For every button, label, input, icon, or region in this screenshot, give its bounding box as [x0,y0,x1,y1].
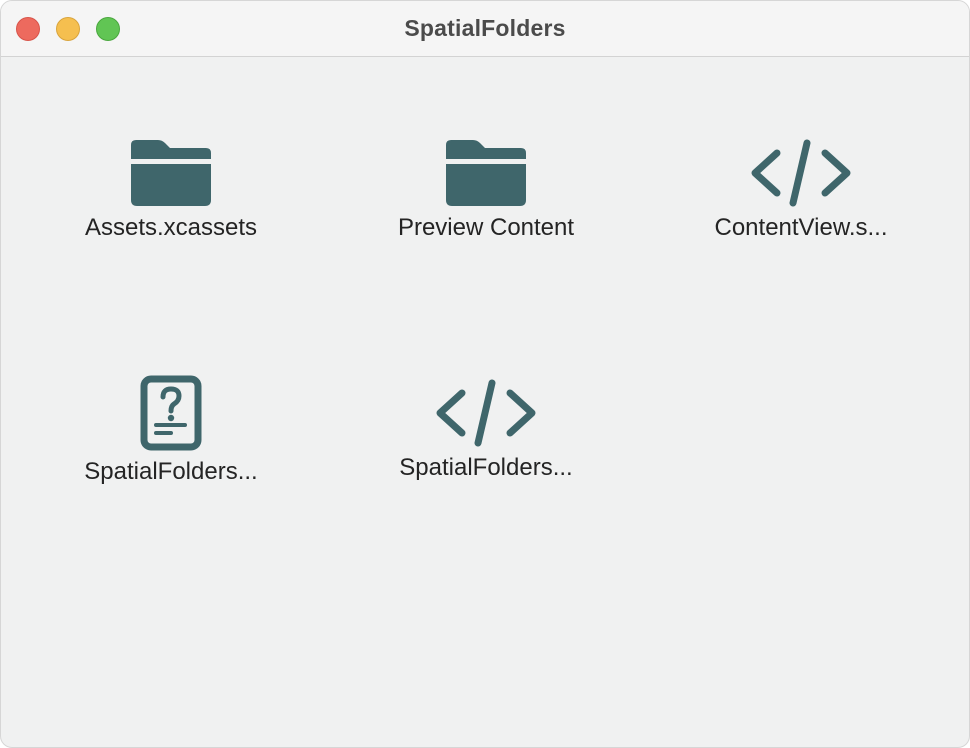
file-item-preview-content[interactable]: Preview Content [366,139,606,243]
title-bar: SpatialFolders [1,1,969,57]
code-file-icon [751,139,851,207]
file-item-assets[interactable]: Assets.xcassets [51,139,291,243]
window-title: SpatialFolders [404,15,566,41]
folder-icon [131,140,211,206]
file-item-label: Assets.xcassets [84,214,258,241]
file-item-label: Preview Content [397,214,575,241]
unknown-file-icon [140,375,202,451]
file-item-contentview[interactable]: ContentView.s... [681,139,921,243]
file-item-label: SpatialFolders... [399,454,573,481]
file-item-label: SpatialFolders... [84,458,258,485]
folder-icon [446,140,526,206]
file-item-spatialfolders-code[interactable]: SpatialFolders... [366,379,606,483]
file-item-spatialfolders-unknown[interactable]: SpatialFolders... [51,375,291,487]
code-file-icon [436,379,536,447]
app-window: SpatialFolders Assets.xcassets Preview C… [0,0,970,748]
file-item-label: ContentView.s... [714,214,888,241]
